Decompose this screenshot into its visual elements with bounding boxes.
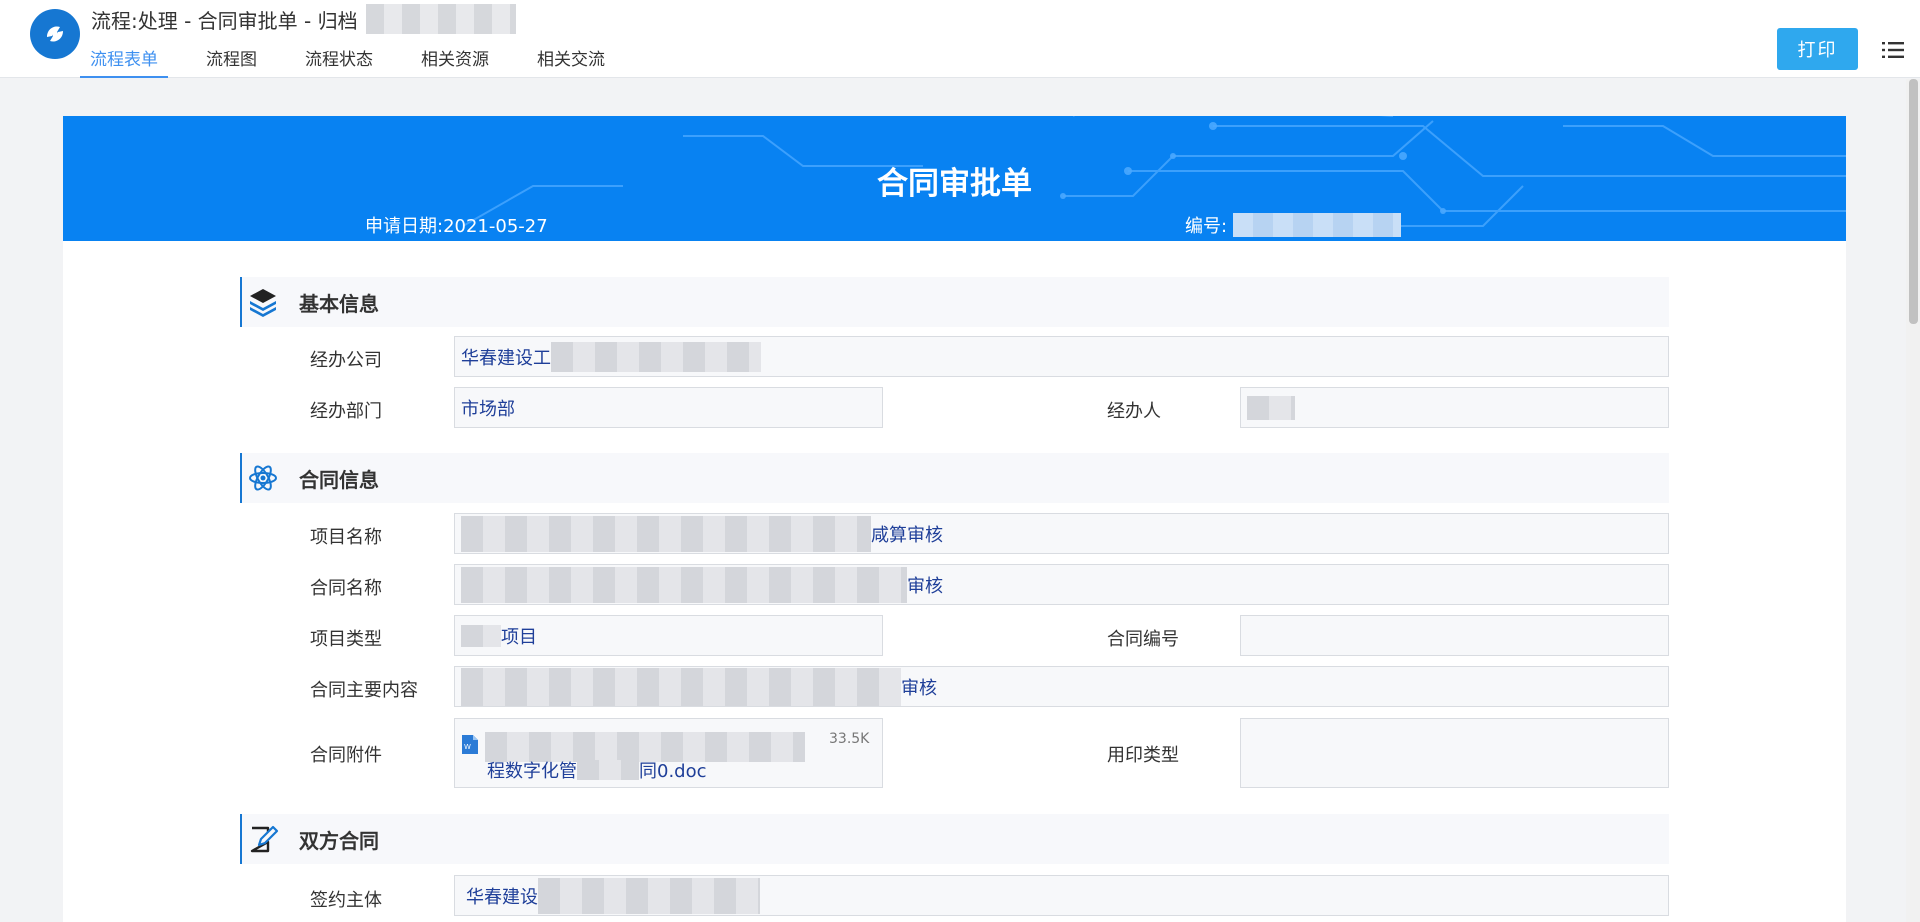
redacted-title-suffix [365, 4, 516, 34]
tab-resources[interactable]: 相关资源 [411, 40, 499, 78]
tab-form[interactable]: 流程表单 [80, 40, 168, 78]
handler-field[interactable] [1240, 387, 1669, 428]
redacted-signer-name [538, 877, 760, 914]
company-field[interactable]: 华春建设工 [454, 336, 1669, 377]
project-type-value: 项目 [501, 626, 537, 648]
window-title-text: 流程:处理 - 合同审批单 - 归档 [91, 8, 358, 33]
attachment-label: 合同附件 [310, 745, 382, 766]
redacted-attachment-middle [577, 760, 639, 780]
company-label: 经办公司 [310, 350, 382, 371]
seal-type-label: 用印类型 [1107, 745, 1179, 766]
handler-label: 经办人 [1107, 401, 1161, 422]
redacted-company-name [551, 341, 761, 372]
redacted-project-type [461, 624, 501, 647]
app-logo-icon [30, 9, 80, 59]
layers-icon [250, 289, 276, 317]
form-banner: 合同审批单 申请日期:2021-05-27 编号: [63, 116, 1846, 241]
project-name-tail: 咸算审核 [871, 524, 943, 546]
section-title: 基本信息 [299, 291, 379, 316]
apply-date-label: 申请日期: [365, 216, 444, 237]
attachment-name: 程数字化管 [487, 761, 577, 782]
tab-communication[interactable]: 相关交流 [527, 40, 615, 78]
print-button[interactable]: 打印 [1777, 28, 1858, 70]
main-content-tail: 审核 [901, 677, 937, 699]
seal-type-field[interactable] [1240, 718, 1669, 788]
contract-name-tail: 审核 [907, 575, 943, 597]
tab-bar: 流程表单 流程图 流程状态 相关资源 相关交流 [80, 40, 643, 78]
form-paper: 合同审批单 申请日期:2021-05-27 编号: 基本信息 经办公司 华春建设… [63, 116, 1846, 922]
section-contract-info: 合同信息 [240, 453, 1669, 503]
main-content-label: 合同主要内容 [310, 680, 418, 701]
redacted-project-name [461, 515, 871, 552]
department-label: 经办部门 [310, 401, 382, 422]
signer-value: 华春建设 [466, 886, 538, 908]
contract-name-label: 合同名称 [310, 578, 382, 599]
attachment-link[interactable]: 程数字化管 同0.doc [487, 757, 707, 783]
svg-text:W: W [464, 743, 471, 751]
serial-number-label: 编号: [1185, 216, 1228, 237]
list-menu-icon[interactable] [1882, 40, 1904, 60]
attachment-name-tail: 同0.doc [639, 761, 707, 782]
redacted-serial-number [1233, 213, 1402, 237]
project-type-label: 项目类型 [310, 629, 382, 650]
company-value: 华春建设工 [461, 347, 551, 369]
attachment-field[interactable]: W 33.5K 程数字化管 同0.doc [454, 718, 883, 788]
project-type-field[interactable]: 项目 [454, 615, 883, 656]
edit-document-icon [250, 825, 279, 853]
top-bar: 流程:处理 - 合同审批单 - 归档 流程表单 流程图 流程状态 相关资源 相关… [0, 0, 1920, 78]
signer-label: 签约主体 [310, 890, 382, 911]
serial-number: 编号: [1185, 212, 1402, 238]
contract-number-field[interactable] [1240, 615, 1669, 656]
tab-flowchart[interactable]: 流程图 [196, 40, 267, 78]
contract-number-label: 合同编号 [1107, 629, 1179, 650]
apply-date: 申请日期:2021-05-27 [365, 212, 548, 238]
redacted-contract-name [461, 566, 907, 603]
apply-date-value: 2021-05-27 [443, 216, 548, 237]
department-value: 市场部 [461, 398, 515, 420]
word-document-icon: W [462, 735, 478, 754]
atom-icon [249, 465, 277, 491]
vertical-scrollbar[interactable] [1906, 79, 1920, 922]
main-content-field[interactable]: 审核 [454, 666, 1669, 707]
attachment-size: 33.5K [829, 731, 870, 747]
redacted-main-content [461, 667, 901, 706]
window-title: 流程:处理 - 合同审批单 - 归档 [91, 4, 516, 34]
project-name-label: 项目名称 [310, 527, 382, 548]
section-title: 双方合同 [299, 828, 379, 853]
contract-name-field[interactable]: 审核 [454, 564, 1669, 605]
scrollbar-thumb[interactable] [1909, 79, 1918, 324]
tab-status[interactable]: 流程状态 [295, 40, 383, 78]
project-name-field[interactable]: 咸算审核 [454, 513, 1669, 554]
redacted-handler-name [1247, 395, 1295, 420]
department-field[interactable]: 市场部 [454, 387, 883, 428]
section-title: 合同信息 [299, 467, 379, 492]
section-parties: 双方合同 [240, 814, 1669, 864]
form-title: 合同审批单 [877, 166, 1032, 202]
signer-field[interactable]: 华春建设 [454, 875, 1669, 916]
section-basic-info: 基本信息 [240, 277, 1669, 327]
